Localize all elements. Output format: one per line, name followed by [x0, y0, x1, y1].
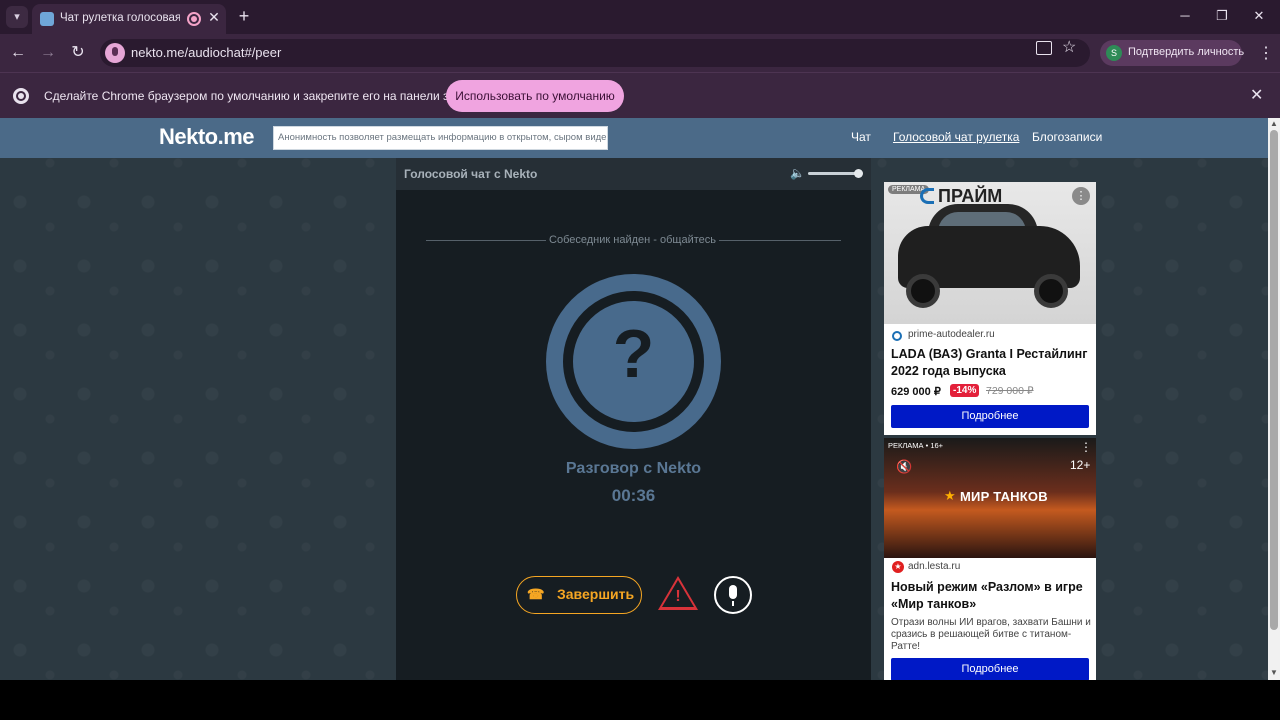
ad-domain[interactable]: prime-autodealer.ru [908, 329, 995, 340]
browser-tab[interactable]: Чат рулетка голосовая — N ✕ [32, 4, 226, 34]
set-default-button[interactable]: Использовать по умолчанию [446, 80, 624, 112]
scroll-thumb[interactable] [1270, 130, 1278, 630]
recording-icon [187, 12, 201, 26]
ad-video[interactable]: РЕКЛАМА • 16+ ⋮ 🔇 12+ ★ МИР ТАНКОВ [884, 438, 1096, 558]
profile-button[interactable]: S Подтвердить личность [1100, 40, 1245, 66]
browser-menu-icon[interactable]: ⋮ [1258, 43, 1274, 63]
page-scrollbar[interactable]: ▲ ▼ [1268, 118, 1280, 680]
nav-link-voice-chat[interactable]: Голосовой чат рулетка [893, 130, 1019, 144]
forward-button[interactable]: → [37, 42, 59, 64]
ad-description: Отрази волны ИИ врагов, захвати Башни и … [891, 617, 1091, 652]
reload-button[interactable]: ↻ [67, 42, 89, 64]
car-wheel [1034, 274, 1068, 308]
install-app-icon[interactable] [1036, 41, 1052, 55]
back-button[interactable]: ← [7, 42, 29, 64]
domain-icon: ★ [892, 561, 904, 573]
ad-details-button[interactable]: Подробнее [891, 658, 1089, 680]
end-call-label: Завершить [557, 586, 635, 602]
domain-icon [892, 331, 902, 341]
url-text[interactable]: nekto.me/audiochat#/peer [131, 45, 281, 60]
question-mark-icon: ? [612, 316, 655, 392]
web-page: Nekto.me Анонимность позволяет размещать… [0, 118, 1268, 680]
new-tab-button[interactable]: + [234, 6, 254, 26]
car-image[interactable]: РЕКЛАМА ПРАЙМ ⋮ [884, 182, 1096, 324]
microphone-permission-icon[interactable] [105, 43, 125, 63]
ad-card-car[interactable]: РЕКЛАМА ПРАЙМ ⋮ prime-autodealer.ru LADA… [884, 182, 1096, 435]
peer-avatar-inner: ? [563, 291, 704, 432]
minimize-button[interactable]: ─ [1170, 6, 1200, 26]
nav-link-blog[interactable]: Блогозаписи [1032, 130, 1102, 144]
site-logo[interactable]: Nekto.me [159, 124, 255, 150]
microphone-stand [732, 601, 734, 606]
chrome-icon [13, 88, 29, 104]
default-browser-infobar: Сделайте Chrome браузером по умолчанию и… [0, 72, 1280, 118]
ad-price: 629 000 ₽ [891, 386, 941, 398]
tab-title: Чат рулетка голосовая — N [60, 12, 180, 24]
old-price: 729 000 ₽ [986, 385, 1034, 397]
window-close-button[interactable]: ✕ [1244, 6, 1274, 26]
hang-up-icon: ☎ [527, 586, 545, 602]
tab-search-button[interactable]: ▾ [6, 6, 28, 28]
game-logo-icon: ★ [944, 488, 956, 503]
muted-icon[interactable]: 🔇 [896, 459, 912, 475]
divider [426, 240, 546, 241]
ad-title[interactable]: LADA (ВАЗ) Granta I Рестайлинг 2022 года… [891, 346, 1091, 380]
bottom-bar [0, 680, 1280, 720]
warning-mark: ! [675, 588, 681, 605]
favicon-icon [40, 12, 54, 26]
age-rating: 12+ [1070, 458, 1091, 472]
profile-avatar: S [1106, 45, 1122, 61]
ad-title[interactable]: Новый режим «Разлом» в игре «Мир танков» [891, 579, 1091, 613]
tab-strip: ▾ Чат рулетка голосовая — N ✕ + ─ ❐ ✕ [0, 0, 1280, 34]
microphone-button[interactable] [714, 576, 752, 614]
scroll-up-arrow-icon[interactable]: ▲ [1270, 119, 1278, 128]
discount-badge: -14% [950, 384, 980, 397]
site-header: Nekto.me Анонимность позволяет размещать… [0, 118, 1268, 158]
maximize-button[interactable]: ❐ [1207, 6, 1237, 26]
car-wheel [906, 274, 940, 308]
ad-menu-icon[interactable]: ⋮ [1080, 440, 1092, 454]
browser-toolbar: ← → ↻ nekto.me/audiochat#/peer ☆ S Подтв… [0, 34, 1280, 72]
game-logo: МИР ТАНКОВ [960, 489, 1048, 504]
chat-header: Голосовой чат с Nekto 🔈 [396, 158, 871, 190]
report-button[interactable]: ! [658, 576, 698, 614]
ad-card-game[interactable]: РЕКЛАМА • 16+ ⋮ 🔇 12+ ★ МИР ТАНКОВ ★ adn… [884, 438, 1096, 680]
close-icon[interactable]: ✕ [1250, 85, 1263, 105]
volume-slider-handle[interactable] [854, 169, 863, 178]
volume-slider[interactable] [808, 172, 858, 175]
bookmark-star-icon[interactable]: ☆ [1062, 37, 1076, 57]
divider [719, 240, 841, 241]
talk-label: Разговор с Nekto [565, 460, 702, 477]
site-slogan: Анонимность позволяет размещать информац… [273, 126, 608, 150]
volume-icon[interactable]: 🔈 [790, 166, 805, 180]
ad-badge: РЕКЛАМА • 16+ [888, 441, 944, 450]
chat-header-title: Голосовой чат с Nekto [404, 167, 538, 181]
ad-details-button[interactable]: Подробнее [891, 405, 1089, 428]
profile-label: Подтвердить личность [1128, 46, 1245, 58]
ad-domain[interactable]: adn.lesta.ru [908, 561, 960, 572]
ad-menu-icon[interactable]: ⋮ [1072, 187, 1090, 205]
connection-status: Собеседник найден - общайтесь [549, 234, 716, 246]
infobar-text: Сделайте Chrome браузером по умолчанию и… [44, 89, 479, 103]
peer-avatar: ? [546, 274, 721, 449]
nav-link-chat[interactable]: Чат [851, 130, 871, 144]
microphone-icon [729, 585, 737, 599]
address-bar[interactable]: nekto.me/audiochat#/peer [100, 39, 1090, 67]
close-icon[interactable]: ✕ [206, 9, 222, 27]
ad-brand: ПРАЙМ [938, 186, 1003, 206]
scroll-down-arrow-icon[interactable]: ▼ [1270, 668, 1278, 677]
brand-logo-icon [920, 188, 934, 204]
end-call-button[interactable]: ☎ Завершить [516, 576, 642, 614]
voice-chat-panel: Голосовой чат с Nekto 🔈 Собеседник найде… [396, 158, 871, 680]
call-timer: 00:36 [611, 486, 656, 505]
